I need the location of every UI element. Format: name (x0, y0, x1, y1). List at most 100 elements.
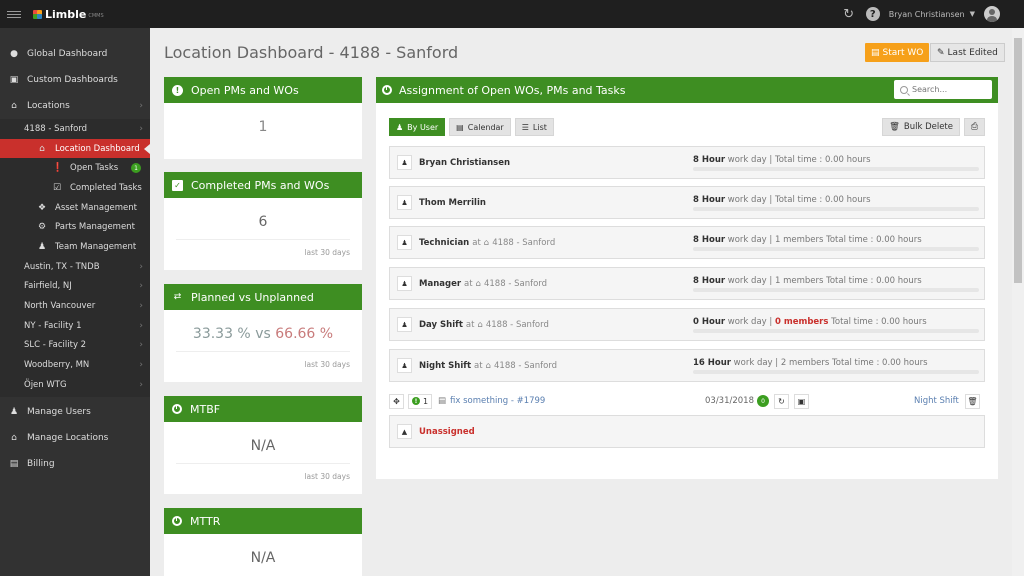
location-label: NY - Facility 1 (24, 320, 82, 331)
assignment-row[interactable]: ♟ Thom Merrilin 8 Hour work day | Total … (389, 186, 985, 219)
at-text: at (472, 237, 481, 248)
sidebar-item-team-management[interactable]: ♟ Team Management (0, 237, 150, 257)
search-input[interactable] (912, 85, 982, 94)
task-count-badge: 0 (757, 395, 769, 407)
last-edited-button[interactable]: ✎ Last Edited (930, 43, 1005, 62)
unassigned-row[interactable]: ▲ Unassigned (389, 415, 985, 448)
work-order-icon: ▤ (438, 396, 447, 406)
sidebar-location[interactable]: North Vancouver › (0, 296, 150, 316)
bulk-delete-button[interactable]: 🗑 Bulk Delete (882, 118, 960, 136)
home-icon: ⌂ (485, 360, 491, 371)
at-text: at (464, 278, 473, 289)
user-menu[interactable]: Bryan Christiansen (889, 10, 965, 19)
exclamation-icon: ❗ (52, 163, 64, 174)
sidebar-item-label: Global Dashboard (27, 49, 108, 59)
open-pms-card: ! Open PMs and WOs 1 (164, 77, 362, 159)
refresh-icon[interactable]: ↻ (774, 393, 789, 409)
chevron-right-icon: › (139, 281, 143, 292)
sidebar-item-label: Locations (27, 101, 70, 111)
move-icon[interactable]: ✥ (389, 393, 404, 409)
sidebar-location[interactable]: NY - Facility 1 › (0, 316, 150, 336)
sidebar-item-completed-tasks[interactable]: ☑ Completed Tasks (0, 178, 150, 198)
sidebar-item-parts-management[interactable]: ⚙ Parts Management (0, 217, 150, 237)
sidebar-item-billing[interactable]: ▤ Billing (0, 451, 150, 477)
mtbf-card: MTBF N/A last 30 days (164, 396, 362, 494)
tab-by-user[interactable]: ♟ By User (389, 118, 446, 136)
sidebar-item-label: Team Management (55, 241, 137, 252)
open-count[interactable]: 1 (164, 103, 362, 135)
sidebar-location[interactable]: Öjen WTG › (0, 375, 150, 395)
team-name: Day Shift (419, 319, 463, 330)
sidebar-location[interactable]: SLC - Facility 2 › (0, 336, 150, 356)
sidebar-item-label: Asset Management (55, 202, 137, 213)
tab-calendar[interactable]: ▤ Calendar (449, 118, 511, 136)
sidebar-item-manage-users[interactable]: ♟ Manage Users (0, 399, 150, 425)
sidebar-item-label: Manage Locations (27, 432, 109, 443)
assignment-row[interactable]: ♟ Technician at ⌂ 4188 - Sanford 8 Hour … (389, 226, 985, 259)
card-title: Planned vs Unplanned (191, 290, 314, 304)
sidebar-item-open-tasks[interactable]: ❗ Open Tasks 1 (0, 158, 150, 178)
money-icon: ▤ (9, 458, 19, 469)
home-icon: ⌂ (475, 278, 481, 289)
logo[interactable]: Limble CMMS (33, 8, 104, 21)
assignment-row[interactable]: ♟ Manager at ⌂ 4188 - Sanford 8 Hour wor… (389, 267, 985, 300)
mttr-value: N/A (250, 550, 276, 566)
tab-label: List (532, 122, 547, 132)
time-progress-bar (693, 370, 979, 374)
work-hours: 8 Hour (693, 276, 726, 286)
avatar[interactable] (984, 6, 1000, 22)
sidebar-location-current[interactable]: 4188 - Sanford › (0, 119, 150, 139)
priority-indicator: ! 1 (408, 393, 432, 409)
refresh-icon[interactable]: ↻ (841, 6, 857, 22)
planned-percent: 33.33 % (192, 326, 251, 342)
tab-list[interactable]: ☰ List (514, 118, 554, 136)
sidebar-location[interactable]: Fairfield, NJ › (0, 277, 150, 297)
sidebar-item-locations[interactable]: ⌂ Locations › (0, 93, 150, 119)
work-hours: 16 Hour (693, 358, 731, 368)
panel-title: Assignment of Open WOs, PMs and Tasks (399, 83, 626, 97)
trash-icon[interactable]: 🗑 (965, 393, 980, 409)
at-text: at (474, 360, 483, 371)
clock-icon (172, 404, 182, 414)
assignment-row[interactable]: ♟ Night Shift at ⌂ 4188 - Sanford 16 Hou… (389, 349, 985, 382)
page-title: Location Dashboard - 4188 - Sanford (164, 43, 459, 62)
sidebar-item-asset-management[interactable]: ❖ Asset Management (0, 198, 150, 218)
scroll-thumb[interactable] (1014, 38, 1022, 283)
time-progress-bar (693, 167, 979, 171)
sidebar-item-custom-dashboards[interactable]: ▣ Custom Dashboards (0, 67, 150, 93)
start-wo-button[interactable]: ▤ Start WO (865, 43, 930, 62)
sidebar-location[interactable]: Woodberry, MN › (0, 355, 150, 375)
menu-toggle-icon[interactable] (7, 10, 21, 18)
completed-count[interactable]: 6 (164, 198, 362, 230)
location-label: North Vancouver (24, 301, 96, 312)
sidebar-item-label: Parts Management (55, 222, 135, 233)
user-icon: ♟ (397, 195, 412, 210)
window-icon[interactable]: ▣ (794, 393, 809, 409)
exchange-icon: ⇄ (173, 292, 182, 302)
sidebar-item-manage-locations[interactable]: ⌂ Manage Locations (0, 425, 150, 451)
card-period: last 30 days (176, 463, 350, 481)
assignment-row[interactable]: ♟ Day Shift at ⌂ 4188 - Sanford 0 Hour w… (389, 308, 985, 341)
assignment-row[interactable]: ♟ Bryan Christiansen 8 Hour work day | T… (389, 146, 985, 179)
sidebar-item-location-dashboard[interactable]: ⌂ Location Dashboard (0, 138, 150, 159)
tab-label: Calendar (467, 122, 504, 132)
sidebar-location[interactable]: Austin, TX - TNDB › (0, 257, 150, 277)
edit-icon: ✎ (937, 47, 945, 58)
print-icon: ⎙ (970, 122, 979, 132)
chevron-down-icon[interactable]: ▼ (970, 10, 975, 18)
task-assignee[interactable]: Night Shift (914, 396, 959, 406)
checkbox-icon: ☑ (52, 182, 62, 193)
team-name: Manager (419, 278, 462, 289)
sidebar-item-label: Manage Users (27, 406, 91, 417)
time-progress-bar (693, 207, 979, 211)
help-icon[interactable]: ? (865, 7, 880, 21)
sidebar-item-global-dashboard[interactable]: ● Global Dashboard (0, 41, 150, 67)
chevron-right-icon: › (139, 320, 143, 331)
chevron-right-icon: › (139, 379, 143, 390)
work-details: work day | (725, 317, 775, 327)
print-button[interactable]: ⎙ (964, 118, 985, 136)
card-title: MTBF (190, 402, 221, 416)
task-link[interactable]: fix something - #1799 (450, 396, 545, 406)
page-scrollbar[interactable] (1012, 28, 1024, 576)
search-box[interactable] (894, 80, 992, 99)
